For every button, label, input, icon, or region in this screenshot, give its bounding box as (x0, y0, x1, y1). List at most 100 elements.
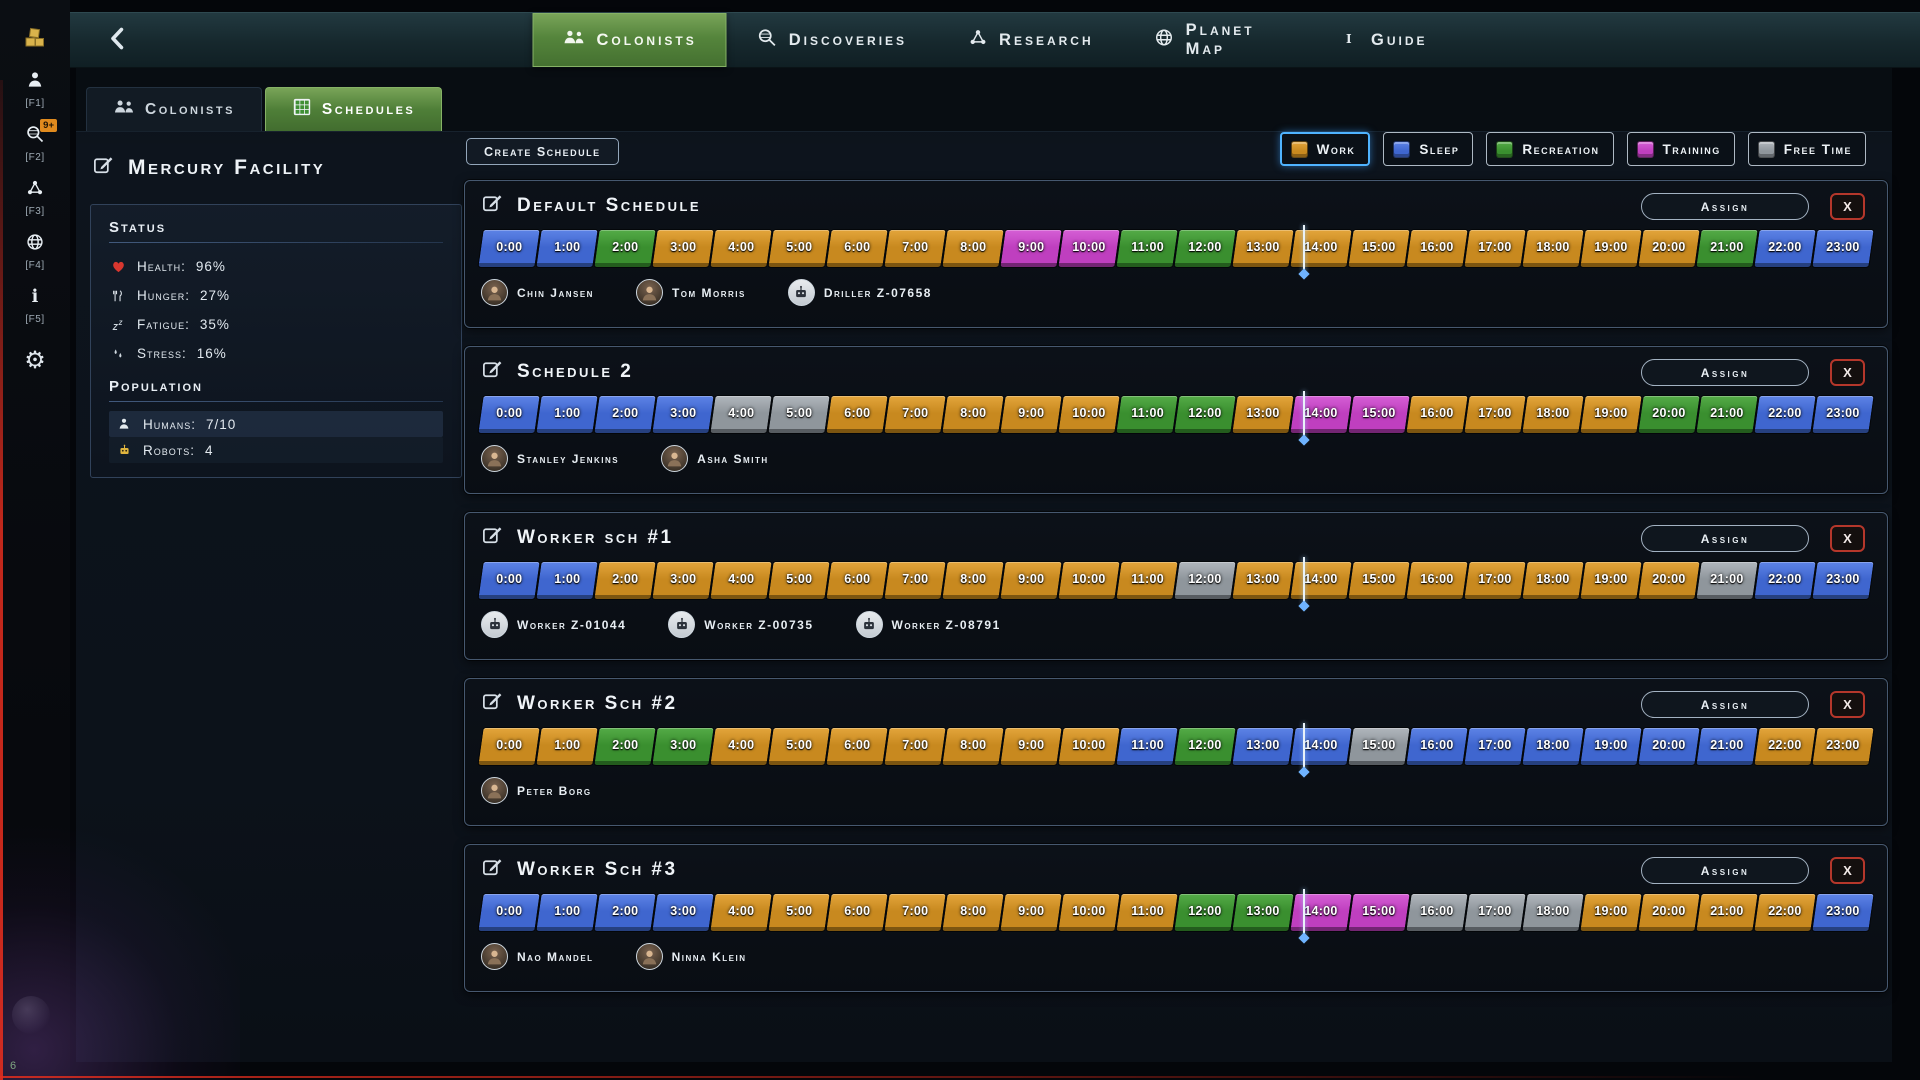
hour-block-3:00-sleep[interactable]: 3:00 (652, 396, 714, 433)
hour-block-21:00-work[interactable]: 21:00 (1696, 894, 1758, 931)
hour-block-22:00-sleep[interactable]: 22:00 (1754, 562, 1816, 599)
member-human[interactable]: Stanley Jenkins (481, 445, 619, 472)
rail-research-button[interactable]: [F3] (25, 178, 45, 217)
hour-block-11:00-work[interactable]: 11:00 (1116, 894, 1178, 931)
hour-block-17:00-free[interactable]: 17:00 (1464, 894, 1526, 931)
hour-block-2:00-recreation[interactable]: 2:00 (594, 230, 656, 267)
hour-block-11:00-sleep[interactable]: 11:00 (1116, 728, 1178, 765)
tab-guide[interactable]: i Guide (1311, 13, 1458, 67)
hour-block-1:00-sleep[interactable]: 1:00 (536, 894, 598, 931)
create-schedule-button[interactable]: Create Schedule (466, 138, 619, 165)
hour-block-2:00-sleep[interactable]: 2:00 (594, 396, 656, 433)
edit-schedule-icon[interactable] (481, 690, 504, 718)
hour-block-13:00-sleep[interactable]: 13:00 (1232, 728, 1294, 765)
hour-block-7:00-work[interactable]: 7:00 (884, 728, 946, 765)
edit-schedule-icon[interactable] (481, 856, 504, 884)
hour-block-23:00-sleep[interactable]: 23:00 (1812, 894, 1874, 931)
hour-block-6:00-work[interactable]: 6:00 (826, 894, 888, 931)
hour-block-14:00-work[interactable]: 14:00 (1290, 562, 1352, 599)
hour-block-2:00-sleep[interactable]: 2:00 (594, 894, 656, 931)
edit-schedule-icon[interactable] (481, 524, 504, 552)
hour-block-22:00-sleep[interactable]: 22:00 (1754, 396, 1816, 433)
hour-block-22:00-work[interactable]: 22:00 (1754, 894, 1816, 931)
hour-block-15:00-work[interactable]: 15:00 (1348, 230, 1410, 267)
hour-block-10:00-training[interactable]: 10:00 (1058, 230, 1120, 267)
hour-block-16:00-free[interactable]: 16:00 (1406, 894, 1468, 931)
edit-schedule-icon[interactable] (481, 358, 504, 386)
hour-block-19:00-work[interactable]: 19:00 (1580, 894, 1642, 931)
hour-block-10:00-work[interactable]: 10:00 (1058, 562, 1120, 599)
hour-block-12:00-recreation[interactable]: 12:00 (1174, 728, 1236, 765)
hour-block-9:00-training[interactable]: 9:00 (1000, 230, 1062, 267)
hour-block-17:00-work[interactable]: 17:00 (1464, 396, 1526, 433)
back-button[interactable] (104, 25, 131, 55)
hour-block-12:00-recreation[interactable]: 12:00 (1174, 230, 1236, 267)
member-robot[interactable]: Worker Z-08791 (855, 611, 1001, 638)
hour-block-20:00-work[interactable]: 20:00 (1638, 562, 1700, 599)
hour-block-3:00-work[interactable]: 3:00 (652, 562, 714, 599)
hour-block-12:00-recreation[interactable]: 12:00 (1174, 894, 1236, 931)
hour-block-9:00-work[interactable]: 9:00 (1000, 894, 1062, 931)
edit-facility-name-icon[interactable] (92, 154, 115, 182)
hour-block-15:00-training[interactable]: 15:00 (1348, 894, 1410, 931)
hour-block-16:00-work[interactable]: 16:00 (1406, 562, 1468, 599)
hour-block-17:00-work[interactable]: 17:00 (1464, 562, 1526, 599)
hour-block-9:00-work[interactable]: 9:00 (1000, 728, 1062, 765)
hour-block-13:00-recreation[interactable]: 13:00 (1232, 894, 1294, 931)
hour-block-3:00-recreation[interactable]: 3:00 (652, 728, 714, 765)
hour-block-18:00-work[interactable]: 18:00 (1522, 562, 1584, 599)
delete-schedule-button[interactable]: X (1830, 857, 1865, 884)
member-human[interactable]: Ninna Klein (635, 943, 747, 970)
hour-block-5:00-work[interactable]: 5:00 (768, 894, 830, 931)
hour-block-19:00-work[interactable]: 19:00 (1580, 562, 1642, 599)
delete-schedule-button[interactable]: X (1830, 193, 1865, 220)
assign-button[interactable]: Assign (1641, 857, 1809, 884)
tab-discoveries[interactable]: Discoveries (727, 13, 937, 67)
hour-block-6:00-work[interactable]: 6:00 (826, 562, 888, 599)
hour-block-4:00-work[interactable]: 4:00 (710, 562, 772, 599)
hour-block-2:00-work[interactable]: 2:00 (594, 562, 656, 599)
hour-block-1:00-sleep[interactable]: 1:00 (536, 230, 598, 267)
hour-block-14:00-sleep[interactable]: 14:00 (1290, 728, 1352, 765)
hour-block-13:00-work[interactable]: 13:00 (1232, 562, 1294, 599)
hour-block-11:00-recreation[interactable]: 11:00 (1116, 396, 1178, 433)
hour-block-3:00-work[interactable]: 3:00 (652, 230, 714, 267)
hour-block-0:00-sleep[interactable]: 0:00 (478, 230, 540, 267)
hour-block-4:00-work[interactable]: 4:00 (710, 230, 772, 267)
hour-block-14:00-training[interactable]: 14:00 (1290, 396, 1352, 433)
member-robot[interactable]: Driller Z-07658 (787, 279, 932, 306)
hour-block-1:00-sleep[interactable]: 1:00 (536, 562, 598, 599)
hour-block-1:00-work[interactable]: 1:00 (536, 728, 598, 765)
member-human[interactable]: Chin Jansen (481, 279, 594, 306)
hour-block-13:00-work[interactable]: 13:00 (1232, 230, 1294, 267)
hour-block-5:00-free[interactable]: 5:00 (768, 396, 830, 433)
hour-block-17:00-sleep[interactable]: 17:00 (1464, 728, 1526, 765)
hour-block-0:00-sleep[interactable]: 0:00 (478, 894, 540, 931)
hour-block-7:00-work[interactable]: 7:00 (884, 230, 946, 267)
hour-block-18:00-free[interactable]: 18:00 (1522, 894, 1584, 931)
hour-block-7:00-work[interactable]: 7:00 (884, 396, 946, 433)
hour-block-21:00-free[interactable]: 21:00 (1696, 562, 1758, 599)
hour-block-14:00-work[interactable]: 14:00 (1290, 230, 1352, 267)
legend-recreation[interactable]: Recreation (1486, 132, 1614, 166)
hour-block-21:00-recreation[interactable]: 21:00 (1696, 396, 1758, 433)
rail-colonists-button[interactable]: [F1] (25, 70, 45, 109)
hour-block-8:00-work[interactable]: 8:00 (942, 396, 1004, 433)
hour-block-15:00-training[interactable]: 15:00 (1348, 396, 1410, 433)
hour-block-18:00-work[interactable]: 18:00 (1522, 230, 1584, 267)
hour-block-21:00-recreation[interactable]: 21:00 (1696, 230, 1758, 267)
hour-block-10:00-work[interactable]: 10:00 (1058, 894, 1120, 931)
hour-block-3:00-sleep[interactable]: 3:00 (652, 894, 714, 931)
hour-block-4:00-free[interactable]: 4:00 (710, 396, 772, 433)
hour-block-20:00-sleep[interactable]: 20:00 (1638, 728, 1700, 765)
hour-block-23:00-work[interactable]: 23:00 (1812, 728, 1874, 765)
hour-block-6:00-work[interactable]: 6:00 (826, 396, 888, 433)
hour-block-8:00-work[interactable]: 8:00 (942, 728, 1004, 765)
hour-block-17:00-work[interactable]: 17:00 (1464, 230, 1526, 267)
hour-block-5:00-work[interactable]: 5:00 (768, 230, 830, 267)
hour-block-15:00-work[interactable]: 15:00 (1348, 562, 1410, 599)
member-human[interactable]: Tom Morris (635, 279, 746, 306)
hour-block-23:00-sleep[interactable]: 23:00 (1812, 562, 1874, 599)
hour-block-23:00-sleep[interactable]: 23:00 (1812, 396, 1874, 433)
hour-block-6:00-work[interactable]: 6:00 (826, 728, 888, 765)
